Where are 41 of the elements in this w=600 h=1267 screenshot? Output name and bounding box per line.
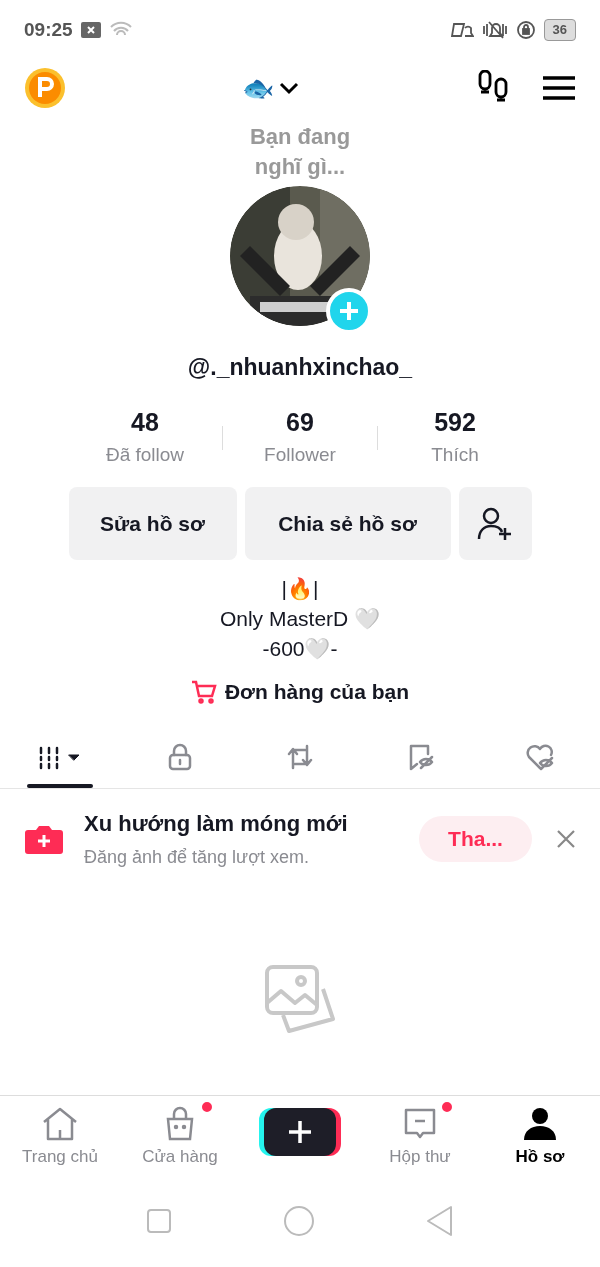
- banner-button[interactable]: Tha...: [419, 815, 532, 862]
- banner-title: Xu hướng làm móng mới: [84, 809, 349, 838]
- nav-tab[interactable]: Hộp thư: [360, 1106, 480, 1170]
- account-switcher[interactable]: 🐟: [242, 68, 300, 108]
- plus-icon: [288, 1120, 312, 1144]
- cart-icon: [190, 679, 217, 704]
- status-time: 09:25: [24, 17, 73, 42]
- stat-label[interactable]: Đã follow: [105, 440, 185, 469]
- stat-value: 69: [286, 406, 314, 437]
- orders-link[interactable]: Đơn hàng của bạn: [190, 676, 410, 708]
- nav-tab[interactable]: Hồ sơ: [480, 1106, 600, 1170]
- nav-tab[interactable]: Trang chủ: [0, 1106, 120, 1170]
- stat-value: 48: [131, 406, 159, 437]
- thought-bubble-text[interactable]: Bạn đang nghĩ gì...: [235, 122, 365, 182]
- rotation-lock-icon: [515, 20, 536, 40]
- username: @._nhuanhxinchao_: [187, 353, 413, 382]
- bio-line: -600🤍-: [262, 636, 338, 662]
- home-button-icon[interactable]: [283, 1205, 315, 1237]
- profile-action-button[interactable]: Chia sẻ hồ sơ: [244, 487, 451, 560]
- nav-tab[interactable]: Cửa hàng: [120, 1106, 240, 1170]
- recent-apps-icon[interactable]: [145, 1208, 172, 1234]
- add-friend-button[interactable]: [458, 487, 532, 560]
- person-icon: [522, 1106, 558, 1142]
- stat-value: 592: [434, 406, 476, 437]
- battery-indicator: 36: [543, 19, 576, 41]
- chevron-down-icon: [278, 81, 300, 95]
- bio-line: Only MasterD 🤍: [219, 606, 381, 632]
- coin-icon[interactable]: [24, 67, 66, 109]
- notification-icon: [80, 22, 101, 38]
- add-person-icon: [477, 505, 513, 542]
- back-icon[interactable]: [426, 1205, 455, 1237]
- menu-icon[interactable]: [542, 75, 576, 101]
- stat-label[interactable]: Thích: [431, 440, 479, 469]
- plus-icon: [338, 300, 360, 322]
- mute-vibrate-icon: [481, 20, 508, 40]
- profile-action-button[interactable]: Sửa hồ sơ: [68, 487, 237, 560]
- stat-label[interactable]: Follower: [264, 440, 336, 469]
- gamepad-bell-icon: [449, 20, 474, 40]
- banner-subtitle: Đăng ảnh để tăng lượt xem.: [84, 845, 310, 869]
- bio-line: |🔥|: [281, 576, 319, 602]
- close-icon[interactable]: [556, 828, 576, 849]
